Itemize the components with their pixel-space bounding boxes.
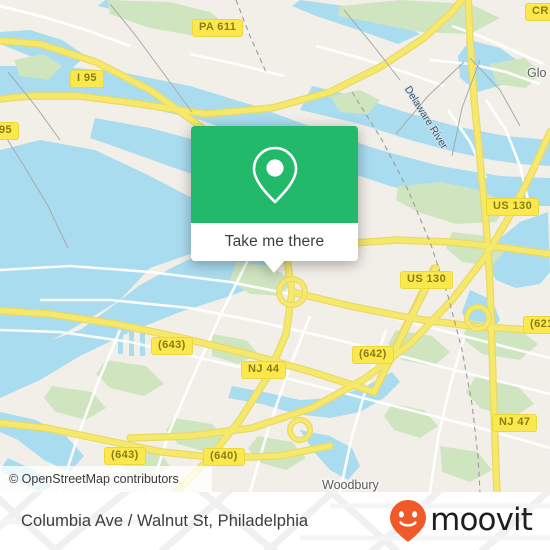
place-label-woodbury: Woodbury: [322, 478, 379, 492]
moovit-map-screenshot: Delaware River Glo Woodbury PA 611 I 95 …: [0, 0, 550, 550]
location-title: Columbia Ave / Walnut St, Philadelphia: [21, 511, 309, 530]
moovit-logo[interactable]: moovit: [388, 492, 533, 550]
route-shield-us-130-north[interactable]: US 130: [486, 198, 540, 216]
route-shield-621[interactable]: (621): [523, 316, 550, 334]
route-shield-i-95[interactable]: I 95: [70, 70, 104, 88]
footer-bar: Columbia Ave / Walnut St, Philadelphia m…: [0, 492, 550, 550]
route-shield-nj-44[interactable]: NJ 44: [241, 361, 287, 379]
callout-header: [191, 126, 358, 223]
route-shield-us-130-south[interactable]: US 130: [400, 271, 454, 289]
moovit-smiley-pin-icon: [390, 500, 427, 542]
moovit-wordmark: moovit: [430, 501, 533, 538]
map-attribution: © OpenStreetMap contributors: [0, 466, 212, 492]
route-shield-95-edge[interactable]: 95: [0, 122, 20, 140]
route-shield-642[interactable]: (642): [352, 346, 394, 364]
map-canvas[interactable]: Delaware River Glo Woodbury PA 611 I 95 …: [0, 0, 550, 492]
route-shield-cr[interactable]: CR: [525, 3, 550, 21]
callout-action[interactable]: Take me there: [191, 223, 358, 261]
route-shield-643-mid[interactable]: (643): [151, 337, 193, 355]
route-shield-640[interactable]: (640): [203, 448, 245, 466]
callout-action-label: Take me there: [224, 233, 325, 250]
route-shield-643-low[interactable]: (643): [104, 447, 146, 465]
attribution-text: © OpenStreetMap contributors: [9, 472, 179, 486]
take-me-there-callout[interactable]: Take me there: [191, 126, 358, 273]
route-shield-pa-611[interactable]: PA 611: [192, 19, 244, 37]
callout-tail: [263, 260, 285, 273]
route-shield-nj-47[interactable]: NJ 47: [492, 414, 538, 432]
location-pin-icon: [252, 146, 297, 203]
place-label-gloucester: Glo: [527, 66, 547, 80]
